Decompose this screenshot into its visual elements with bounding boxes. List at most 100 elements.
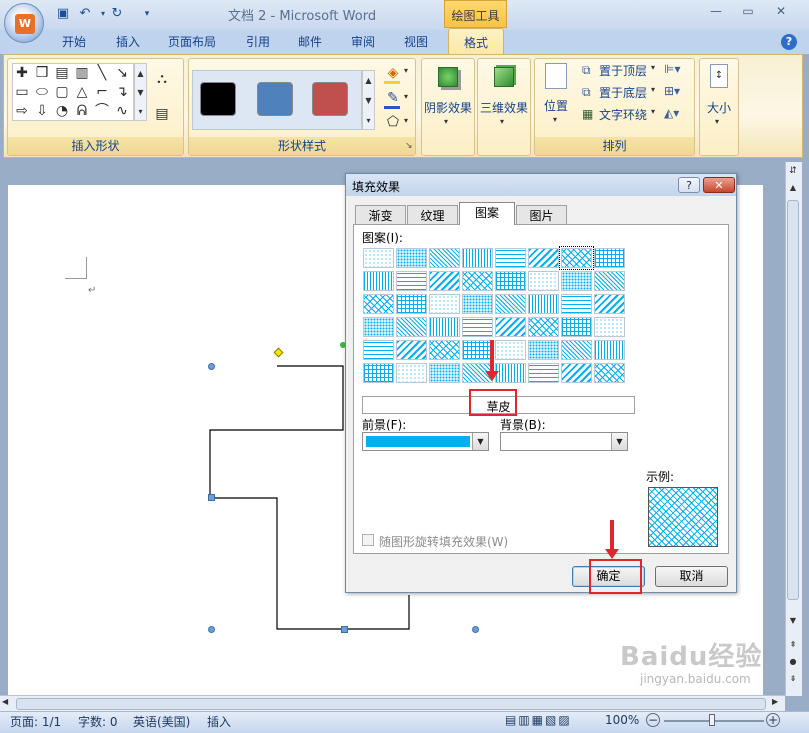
- office-button[interactable]: W: [4, 3, 44, 43]
- pattern-cell[interactable]: [561, 294, 592, 314]
- browse-object-icon[interactable]: ●: [786, 657, 800, 671]
- pattern-cell[interactable]: [396, 271, 427, 291]
- pattern-cell[interactable]: [528, 248, 559, 268]
- send-back-icon[interactable]: ⧉: [582, 85, 591, 100]
- send-to-back-button[interactable]: 置于底层: [599, 84, 647, 101]
- shape-outline-icon[interactable]: ✎: [384, 89, 402, 107]
- pattern-cell[interactable]: [594, 271, 625, 291]
- pattern-cell[interactable]: [363, 248, 394, 268]
- change-shape-icon[interactable]: ⬠: [384, 113, 402, 131]
- pattern-cell[interactable]: [396, 340, 427, 360]
- tab-page-layout[interactable]: 页面布局: [160, 33, 224, 53]
- textbox-shape-icon[interactable]: ▤: [53, 64, 71, 82]
- shape-styles-launcher-icon[interactable]: ↘: [405, 141, 413, 151]
- zoom-out-icon[interactable]: −: [646, 713, 660, 727]
- view-buttons-icon[interactable]: ▤▥▦▧▨: [505, 713, 572, 727]
- pattern-cell[interactable]: [594, 317, 625, 337]
- cross-shape-icon[interactable]: ✚: [13, 64, 31, 82]
- horizontal-scroll-thumb[interactable]: [16, 698, 766, 710]
- pattern-cell[interactable]: [594, 363, 625, 383]
- tab-mailings[interactable]: 邮件: [290, 33, 330, 53]
- pattern-cell[interactable]: [429, 248, 460, 268]
- callout-shape-icon[interactable]: ◔: [53, 102, 71, 120]
- tab-picture[interactable]: 图片: [516, 205, 567, 225]
- scroll-up-icon[interactable]: ▲: [786, 183, 800, 197]
- insert-mode[interactable]: 插入: [207, 713, 231, 730]
- dialog-close-button[interactable]: ✕: [703, 177, 735, 193]
- pattern-cell[interactable]: [495, 340, 526, 360]
- language-indicator[interactable]: 英语(美国): [133, 713, 190, 730]
- scroll-right-icon[interactable]: ▶: [772, 697, 778, 706]
- arrow-line-icon[interactable]: ↘: [113, 64, 131, 82]
- style-red[interactable]: [312, 82, 348, 116]
- tab-gradient[interactable]: 渐变: [355, 205, 406, 225]
- pattern-cell[interactable]: [561, 317, 592, 337]
- bring-front-dropdown-icon[interactable]: ▾: [651, 63, 655, 72]
- background-dropdown-icon[interactable]: ▼: [611, 433, 627, 450]
- rotate-with-shape-checkbox[interactable]: [362, 534, 374, 546]
- rounded-rect-icon[interactable]: ▢: [53, 83, 71, 101]
- pattern-cell[interactable]: [363, 271, 394, 291]
- zoom-in-icon[interactable]: +: [766, 713, 780, 727]
- triangle-shape-icon[interactable]: △: [73, 83, 91, 101]
- pattern-cell[interactable]: [396, 317, 427, 337]
- group-3d-effects[interactable]: 三维效果 ▾: [477, 58, 531, 156]
- pattern-cell[interactable]: [429, 317, 460, 337]
- shape-fill-icon[interactable]: ◈: [384, 64, 402, 82]
- outline-dropdown-icon[interactable]: ▾: [404, 92, 408, 101]
- foreground-dropdown-icon[interactable]: ▼: [472, 433, 488, 450]
- pattern-cell[interactable]: [594, 248, 625, 268]
- group-objects-icon[interactable]: ⊞▾: [664, 84, 680, 98]
- zoom-level[interactable]: 100%: [605, 713, 639, 727]
- pattern-cell[interactable]: [495, 294, 526, 314]
- tab-home[interactable]: 开始: [54, 33, 94, 53]
- vertical-scroll-thumb[interactable]: [787, 200, 799, 600]
- pattern-cell[interactable]: [429, 363, 460, 383]
- help-icon[interactable]: ?: [781, 34, 797, 50]
- elbow-arrow-icon[interactable]: ↴: [113, 83, 131, 101]
- pattern-cell[interactable]: [495, 363, 526, 383]
- text-wrap-dropdown-icon[interactable]: ▾: [651, 107, 655, 116]
- fill-dropdown-icon[interactable]: ▾: [404, 66, 408, 75]
- pattern-cell[interactable]: [594, 294, 625, 314]
- next-page-icon[interactable]: ⇟: [786, 674, 800, 688]
- pattern-cell[interactable]: [363, 294, 394, 314]
- rotate-icon[interactable]: ◭▾: [664, 106, 679, 120]
- position-dropdown-icon[interactable]: ▾: [553, 115, 557, 124]
- text-wrap-button[interactable]: 文字环绕: [599, 106, 647, 123]
- close-icon[interactable]: ✕: [770, 4, 792, 22]
- right-arrow-shape-icon[interactable]: ⇨: [13, 102, 31, 120]
- tab-references[interactable]: 引用: [238, 33, 278, 53]
- tab-pattern[interactable]: 图案: [459, 202, 515, 225]
- pattern-cell[interactable]: [561, 363, 592, 383]
- cube-shape-icon[interactable]: ❒: [33, 64, 51, 82]
- group-shadow-effects[interactable]: 阴影效果 ▾: [421, 58, 475, 156]
- pattern-cell[interactable]: [429, 271, 460, 291]
- elbow-connector-icon[interactable]: ⌐: [93, 83, 111, 101]
- freeform-shape-icon[interactable]: ᕱ: [73, 102, 91, 120]
- restore-icon[interactable]: ▭: [737, 4, 759, 22]
- scribble-shape-icon[interactable]: ∿: [113, 102, 131, 120]
- minimize-icon[interactable]: —: [705, 4, 727, 22]
- line-shape-icon[interactable]: ╲: [93, 64, 111, 82]
- pattern-cell[interactable]: [495, 271, 526, 291]
- pattern-cell[interactable]: [429, 294, 460, 314]
- styles-gallery-scroll[interactable]: ▲ ▼ ▾: [362, 70, 375, 130]
- resize-handle-tl[interactable]: [208, 363, 215, 370]
- undo-icon[interactable]: ↶: [76, 6, 94, 22]
- pattern-cell[interactable]: [462, 294, 493, 314]
- bring-to-front-button[interactable]: 置于顶层: [599, 62, 647, 79]
- send-back-dropdown-icon[interactable]: ▾: [651, 85, 655, 94]
- rectangle-shape-icon[interactable]: ▭: [13, 83, 31, 101]
- pattern-cell[interactable]: [495, 248, 526, 268]
- tab-texture[interactable]: 纹理: [407, 205, 458, 225]
- cancel-button[interactable]: 取消: [655, 566, 728, 587]
- background-color-select[interactable]: ▼: [500, 432, 628, 451]
- pattern-cell[interactable]: [528, 340, 559, 360]
- resize-handle-br[interactable]: [472, 626, 479, 633]
- pattern-cell[interactable]: [429, 340, 460, 360]
- add-text-icon[interactable]: ▤: [153, 105, 171, 123]
- oval-shape-icon[interactable]: ⬭: [33, 83, 51, 101]
- pattern-cell[interactable]: [495, 317, 526, 337]
- pattern-cell[interactable]: [594, 340, 625, 360]
